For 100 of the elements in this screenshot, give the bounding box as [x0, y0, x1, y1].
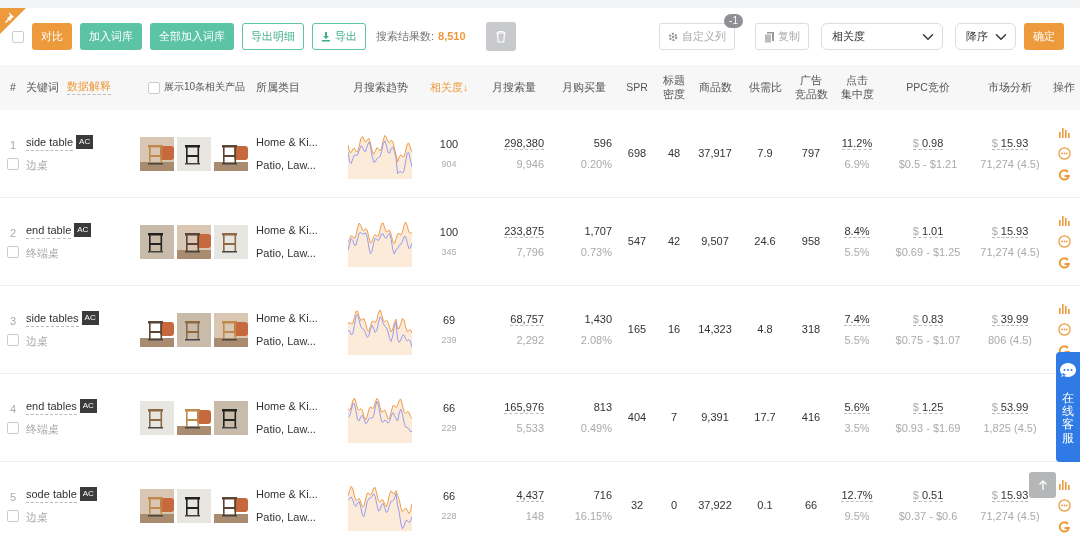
keyword-translation: 边桌 [26, 334, 49, 349]
product-count: 37,922 [698, 499, 732, 512]
category-text: Patio, Law... [256, 157, 317, 173]
ppc-bid-value: 1.25 [921, 400, 944, 413]
market-price-value: 15.93 [1000, 224, 1029, 237]
keyword-translation: 边桌 [26, 510, 49, 525]
toolbar-button[interactable]: 导出 [312, 23, 366, 50]
currency-symbol: $ [991, 488, 998, 501]
relevance-score: 100 [439, 226, 459, 238]
keyword-link[interactable]: sode table [26, 485, 77, 503]
result-count: 8,510 [438, 29, 466, 45]
column-header: 供需比 [748, 80, 782, 93]
keyword-translation: 终端桌 [26, 246, 60, 261]
category-text: Home & Ki... [256, 487, 319, 502]
monthly-search-sub-value: 5,533 [515, 421, 544, 436]
keyword-link[interactable]: side tables [26, 309, 79, 327]
currency-symbol: $ [912, 312, 919, 325]
row-number: 4 [9, 402, 17, 418]
market-price-value: 53.99 [1000, 400, 1029, 413]
category-text: Patio, Law... [256, 333, 317, 349]
monthly-search-value: 4,437 [516, 488, 544, 502]
title-density-value: 16 [667, 323, 681, 336]
custom-columns-button[interactable]: 自定义列 [659, 23, 735, 50]
copy-button[interactable]: 复制 [755, 23, 809, 50]
monthly-search-value: 233,875 [504, 224, 544, 238]
keyword-link[interactable]: side table [26, 133, 74, 151]
purchase-rate: 0.20% [579, 157, 612, 172]
result-count-label: 搜索结果数: [376, 29, 435, 45]
monthly-purchase-value: 813 [593, 400, 612, 413]
ppc-bid-range: $0.93 - $1.69 [894, 421, 962, 436]
column-header: PPC竞价 [906, 80, 950, 93]
category-text: Home & Ki... [256, 223, 319, 238]
ppc-bid-value: 0.51 [921, 488, 944, 501]
column-header: 市场分析 [988, 80, 1032, 93]
purchase-rate: 2.08% [579, 333, 612, 348]
chat-widget[interactable]: 在线客服 [1056, 352, 1080, 462]
keyword-link[interactable]: end tables [26, 397, 77, 415]
ppc-bid-range: $0.75 - $1.07 [894, 333, 962, 348]
currency-symbol: $ [912, 400, 919, 413]
column-header: 操作 [1053, 80, 1075, 93]
relevance-score: 66 [442, 402, 456, 414]
monthly-search-value: 298,380 [504, 136, 544, 150]
count-badge: -1 [724, 14, 743, 28]
chat-label: 在线客服 [1062, 392, 1074, 445]
relevance-sub-value: 904 [440, 157, 458, 171]
sort-order-select[interactable]: 降序 [955, 23, 1016, 50]
sort-field-select[interactable]: 相关度 [821, 23, 943, 50]
purchase-rate: 0.73% [579, 245, 612, 260]
market-reviews-info: 806 (4.5) [987, 333, 1033, 348]
column-header: 展示10条相关产品 [164, 81, 246, 94]
confirm-button[interactable]: 确定 [1024, 23, 1064, 50]
currency-symbol: $ [991, 400, 998, 413]
ac-tag: AC [74, 223, 92, 238]
monthly-search-value: 165,976 [504, 400, 544, 414]
data-explain-link[interactable]: 数据解释 [67, 80, 111, 95]
category-text: Patio, Law... [256, 509, 317, 525]
currency-symbol: $ [991, 136, 998, 149]
product-count: 9,507 [701, 235, 729, 248]
supply-demand-ratio: 17.7 [754, 411, 776, 424]
market-price-value: 39.99 [1000, 312, 1029, 325]
click-share-value: 12.7% [841, 488, 873, 502]
column-header: 月搜索量 [492, 80, 536, 93]
relevance-sub-value: 229 [440, 421, 458, 435]
ac-tag: AC [79, 399, 97, 414]
column-header: 点击 集中度 [840, 74, 874, 100]
monthly-search-sub-value: 7,796 [515, 245, 544, 260]
category-text: Patio, Law... [256, 421, 317, 437]
toolbar-button[interactable]: 对比 [32, 23, 72, 50]
toolbar-button[interactable]: 导出明细 [242, 23, 304, 50]
spr-value: 698 [627, 147, 647, 160]
row-number: 3 [9, 314, 17, 330]
title-density-value: 42 [667, 235, 681, 248]
toolbar-button[interactable]: 全部加入词库 [150, 23, 234, 50]
product-count: 14,323 [698, 323, 732, 336]
supply-demand-ratio: 7.9 [757, 147, 773, 160]
click-share-value: 5.6% [844, 400, 870, 414]
ppc-bid-range: $0.37 - $0.6 [897, 509, 959, 524]
toolbar-button[interactable]: 加入词库 [80, 23, 142, 50]
column-header: 商品数 [698, 80, 732, 93]
currency-symbol: $ [912, 136, 919, 149]
title-density-value: 0 [670, 499, 678, 512]
supply-demand-ratio: 24.6 [754, 235, 776, 248]
keyword-translation: 边桌 [26, 158, 49, 173]
relevance-sub-value: 345 [440, 245, 458, 259]
click-share-sub-value: 3.5% [843, 421, 871, 436]
monthly-purchase-value: 716 [593, 488, 612, 501]
ad-product-count: 66 [804, 499, 818, 512]
ppc-bid-value: 0.98 [921, 136, 944, 149]
column-header: 月搜索趋势 [352, 80, 408, 93]
keyword-link[interactable]: end table [26, 221, 72, 239]
click-share-sub-value: 5.5% [843, 333, 871, 348]
column-header: # [10, 80, 16, 93]
monthly-search-sub-value: 2,292 [515, 333, 544, 348]
market-reviews-info: 71,274 (4.5) [979, 509, 1041, 524]
relevance-score: 66 [442, 490, 456, 502]
click-share-value: 7.4% [844, 312, 870, 326]
ppc-bid-value: 0.83 [921, 312, 944, 325]
column-header[interactable]: 相关度↓ [429, 80, 469, 93]
product-count: 9,391 [701, 411, 729, 424]
click-share-sub-value: 9.5% [843, 509, 871, 524]
